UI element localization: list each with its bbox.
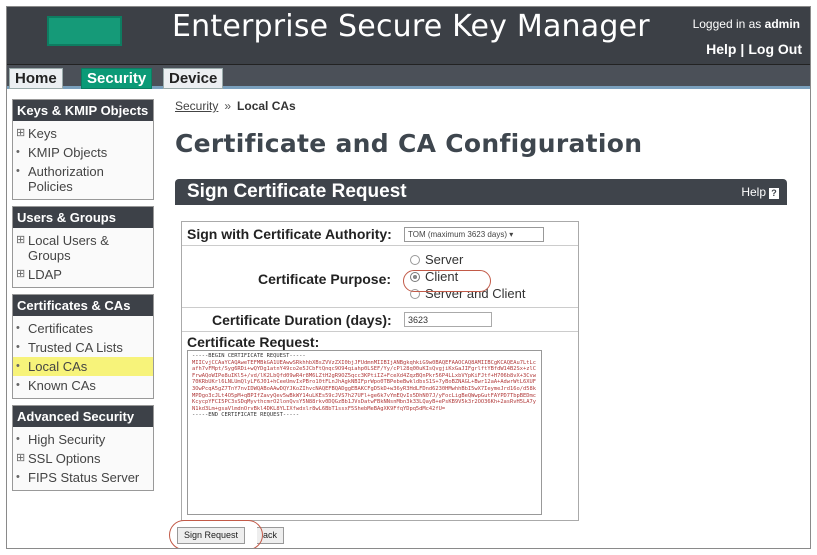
section-title: Sign Certificate Request bbox=[187, 181, 407, 202]
bullet-icon: • bbox=[16, 322, 20, 334]
sidebar-item-label: KMIP Objects bbox=[28, 145, 108, 160]
sidebar-item-label: LDAP bbox=[28, 267, 62, 282]
certificate-request-textarea[interactable]: -----BEGIN CERTIFICATE REQUEST----- MIIC… bbox=[187, 350, 542, 515]
sidebar-item-label: FIPS Status Server bbox=[28, 470, 140, 485]
sidebar-group-title: Advanced Security bbox=[13, 406, 153, 427]
section-help-link[interactable]: Help? bbox=[741, 185, 779, 199]
sidebar-group-keys: Keys & KMIP Objects ⊞ Keys • KMIP Objects … bbox=[12, 99, 154, 200]
help-link[interactable]: Help bbox=[706, 41, 736, 57]
sidebar: Keys & KMIP Objects ⊞ Keys • KMIP Objects … bbox=[12, 99, 154, 497]
bullet-icon: • bbox=[16, 360, 20, 372]
sidebar-item-certificates[interactable]: • Certificates bbox=[13, 319, 153, 338]
logged-in-prefix: Logged in as bbox=[692, 17, 762, 31]
request-body: MIICvjCCAaYCAQAweTEFMBkGA1UEAwwSRkhhbXBs… bbox=[192, 359, 537, 412]
section-header: Sign Certificate Request Help? bbox=[175, 179, 787, 205]
header: Enterprise Secure Key Manager Logged in … bbox=[7, 7, 810, 65]
sidebar-item-kmip-objects[interactable]: • KMIP Objects bbox=[13, 143, 153, 162]
logout-link[interactable]: Log Out bbox=[748, 41, 802, 57]
expand-icon: ⊞ bbox=[16, 452, 26, 464]
sidebar-item-label: Trusted CA Lists bbox=[28, 340, 123, 355]
sidebar-item-local-cas[interactable]: • Local CAs bbox=[13, 357, 153, 376]
ca-row: Sign with Certificate Authority: TOM (ma… bbox=[182, 222, 578, 246]
help-icon: ? bbox=[769, 188, 779, 199]
sidebar-item-local-users-groups[interactable]: ⊞ Local Users & Groups bbox=[13, 231, 153, 265]
breadcrumb-arrow-icon: » bbox=[224, 99, 232, 113]
bullet-icon: • bbox=[16, 379, 20, 391]
section-help-label: Help bbox=[741, 185, 766, 199]
sidebar-item-known-cas[interactable]: • Known CAs bbox=[13, 376, 153, 395]
breadcrumb: Security » Local CAs bbox=[175, 99, 296, 113]
sidebar-item-label: Authorization Policies bbox=[28, 164, 104, 194]
sign-request-form: Sign with Certificate Authority: TOM (ma… bbox=[181, 221, 579, 521]
sidebar-group-title: Certificates & CAs bbox=[13, 295, 153, 316]
sidebar-item-label: Local CAs bbox=[28, 359, 88, 374]
expand-icon: ⊞ bbox=[16, 268, 26, 280]
request-end-line: -----END CERTIFICATE REQUEST----- bbox=[192, 412, 300, 419]
radio-icon bbox=[410, 254, 420, 265]
bullet-icon: • bbox=[16, 341, 20, 353]
annotation-highlight-circle bbox=[403, 270, 491, 292]
ca-label: Sign with Certificate Authority: bbox=[187, 226, 392, 242]
duration-row: Certificate Duration (days): 3623 bbox=[182, 308, 578, 332]
expand-icon: ⊞ bbox=[16, 234, 26, 246]
request-begin-line: -----BEGIN CERTIFICATE REQUEST----- bbox=[192, 353, 306, 359]
bullet-icon: • bbox=[16, 146, 20, 158]
request-label: Certificate Request: bbox=[187, 334, 320, 350]
bullet-icon: • bbox=[16, 165, 20, 177]
expand-icon: ⊞ bbox=[16, 127, 26, 139]
sidebar-item-authorization-policies[interactable]: • Authorization Policies bbox=[13, 162, 153, 196]
tab-security[interactable]: Security bbox=[81, 68, 153, 89]
breadcrumb-current: Local CAs bbox=[237, 99, 296, 113]
sidebar-group-title: Keys & KMIP Objects bbox=[13, 100, 153, 121]
breadcrumb-security-link[interactable]: Security bbox=[175, 99, 218, 113]
sidebar-item-label: Local Users & Groups bbox=[28, 233, 109, 263]
ca-select[interactable]: TOM (maximum 3623 days) ▾ bbox=[404, 227, 544, 242]
sidebar-item-label: SSL Options bbox=[28, 451, 101, 466]
sidebar-group-certificates: Certificates & CAs • Certificates • Truste… bbox=[12, 294, 154, 399]
purpose-option-label: Server bbox=[425, 252, 464, 267]
bullet-icon: • bbox=[16, 433, 20, 445]
duration-label: Certificate Duration (days): bbox=[212, 312, 392, 328]
login-status: Logged in as admin bbox=[693, 17, 800, 31]
app-window: Enterprise Secure Key Manager Logged in … bbox=[6, 6, 811, 549]
main-tabbar: Home Security Device bbox=[7, 65, 810, 89]
page-title: Certificate and CA Configuration bbox=[175, 129, 643, 158]
sidebar-group-title: Users & Groups bbox=[13, 207, 153, 228]
purpose-label: Certificate Purpose: bbox=[258, 271, 392, 287]
sidebar-item-keys[interactable]: ⊞ Keys bbox=[13, 124, 153, 143]
annotation-button-circle bbox=[169, 520, 263, 548]
header-links: Help | Log Out bbox=[706, 41, 802, 57]
sidebar-item-label: Known CAs bbox=[28, 378, 96, 393]
purpose-option-server[interactable]: Server bbox=[410, 251, 525, 268]
sidebar-group-advanced-security: Advanced Security • High Security ⊞ SSL Op… bbox=[12, 405, 154, 491]
duration-input[interactable]: 3623 bbox=[404, 312, 492, 327]
sidebar-item-label: Keys bbox=[28, 126, 57, 141]
sidebar-item-fips-status-server[interactable]: • FIPS Status Server bbox=[13, 468, 153, 487]
sidebar-group-users: Users & Groups ⊞ Local Users & Groups ⊞ LD… bbox=[12, 206, 154, 288]
app-title: Enterprise Secure Key Manager bbox=[172, 9, 650, 44]
sidebar-item-trusted-ca-lists[interactable]: • Trusted CA Lists bbox=[13, 338, 153, 357]
tab-device[interactable]: Device bbox=[163, 68, 224, 89]
sidebar-item-label: High Security bbox=[28, 432, 106, 447]
purpose-row: Certificate Purpose: Server Client Serve… bbox=[182, 246, 578, 308]
sidebar-item-high-security[interactable]: • High Security bbox=[13, 430, 153, 449]
sidebar-item-ssl-options[interactable]: ⊞ SSL Options bbox=[13, 449, 153, 468]
tab-home[interactable]: Home bbox=[9, 68, 63, 89]
sidebar-item-label: Certificates bbox=[28, 321, 94, 336]
header-link-separator: | bbox=[740, 41, 745, 57]
bullet-icon: • bbox=[16, 471, 20, 483]
company-logo-icon bbox=[47, 16, 122, 46]
logged-in-user: admin bbox=[764, 17, 800, 31]
sidebar-item-ldap[interactable]: ⊞ LDAP bbox=[13, 265, 153, 284]
